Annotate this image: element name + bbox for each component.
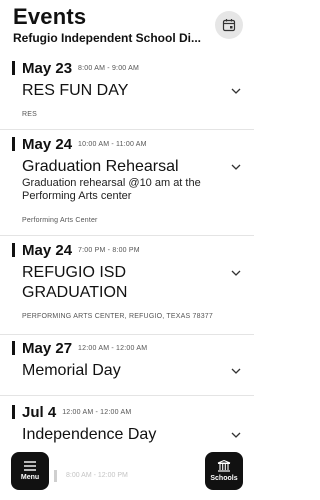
- event-time: 8:00 AM - 9:00 AM: [78, 64, 140, 72]
- event-description: Graduation rehearsal @10 am at the Perfo…: [22, 177, 201, 202]
- event-item[interactable]: May 24 7:00 PM - 8:00 PM REFUGIO ISD GRA…: [0, 239, 254, 320]
- menu-icon: [24, 461, 36, 471]
- divider: [0, 129, 254, 130]
- header: Events Refugio Independent School Di...: [0, 0, 254, 52]
- event-date: May 24: [22, 135, 73, 153]
- event-time: 7:00 PM - 8:00 PM: [78, 246, 140, 254]
- school-building-icon: [217, 460, 231, 472]
- event-title-row[interactable]: Graduation Rehearsal Graduation rehearsa…: [22, 157, 242, 203]
- event-time-partial: 8:00 AM - 12:00 PM: [66, 472, 128, 479]
- event-location: RES: [22, 111, 37, 118]
- chevron-down-icon[interactable]: [230, 429, 242, 441]
- chevron-down-icon[interactable]: [230, 161, 242, 173]
- schools-button[interactable]: Schools: [205, 452, 243, 490]
- event-location: PERFORMING ARTS CENTER, REFUGIO, TEXAS 7…: [22, 313, 213, 320]
- event-item[interactable]: May 24 10:00 AM - 11:00 AM Graduation Re…: [0, 133, 254, 224]
- event-title-row[interactable]: RES FUN DAY: [22, 81, 242, 101]
- event-date: Jul 4: [22, 403, 57, 421]
- event-item[interactable]: May 23 8:00 AM - 9:00 AM RES FUN DAY RES: [0, 57, 254, 118]
- event-item[interactable]: Jul 4 12:00 AM - 12:00 AM Independence D…: [0, 401, 254, 445]
- chevron-down-icon[interactable]: [230, 365, 242, 377]
- event-title: Independence Day: [22, 426, 157, 443]
- chevron-down-icon[interactable]: [230, 267, 242, 279]
- event-date-marker: [12, 341, 15, 355]
- event-header: May 24 10:00 AM - 11:00 AM: [12, 133, 242, 155]
- event-header: May 27 12:00 AM - 12:00 AM: [12, 337, 242, 359]
- event-date: May 27: [22, 339, 73, 357]
- divider: [0, 395, 254, 396]
- event-date: May 24: [22, 241, 73, 259]
- schools-label: Schools: [210, 475, 238, 482]
- event-date-marker: [12, 61, 15, 75]
- event-time: 10:00 AM - 11:00 AM: [78, 140, 147, 148]
- event-date-marker: [12, 243, 15, 257]
- event-title: REFUGIO ISD GRADUATION: [22, 264, 128, 301]
- event-date-marker: [54, 470, 57, 482]
- event-header: May 23 8:00 AM - 9:00 AM: [12, 57, 242, 79]
- divider: [0, 334, 254, 335]
- event-title-row[interactable]: Memorial Day: [22, 361, 242, 381]
- event-title: Graduation Rehearsal: [22, 158, 179, 175]
- calendar-icon: [222, 19, 236, 32]
- event-item[interactable]: May 27 12:00 AM - 12:00 AM Memorial Day: [0, 337, 254, 381]
- event-header: May 24 7:00 PM - 8:00 PM: [12, 239, 242, 261]
- event-location: Performing Arts Center: [22, 217, 98, 224]
- event-header: Jul 4 12:00 AM - 12:00 AM: [12, 401, 242, 423]
- chevron-down-icon[interactable]: [230, 85, 242, 97]
- page-subtitle: Refugio Independent School Di...: [13, 31, 201, 45]
- menu-button[interactable]: Menu: [11, 452, 49, 490]
- calendar-button[interactable]: [215, 11, 243, 39]
- divider: [0, 235, 254, 236]
- event-date-marker: [12, 405, 15, 419]
- page-title: Events: [13, 4, 87, 29]
- event-date: May 23: [22, 59, 73, 77]
- event-title-row[interactable]: REFUGIO ISD GRADUATION: [22, 263, 242, 303]
- event-title-row[interactable]: Independence Day: [22, 425, 242, 445]
- event-time: 12:00 AM - 12:00 AM: [62, 408, 132, 416]
- event-time: 12:00 AM - 12:00 AM: [78, 344, 148, 352]
- event-title: Memorial Day: [22, 362, 121, 379]
- event-date-marker: [12, 137, 15, 151]
- event-title: RES FUN DAY: [22, 82, 129, 99]
- menu-label: Menu: [20, 474, 40, 481]
